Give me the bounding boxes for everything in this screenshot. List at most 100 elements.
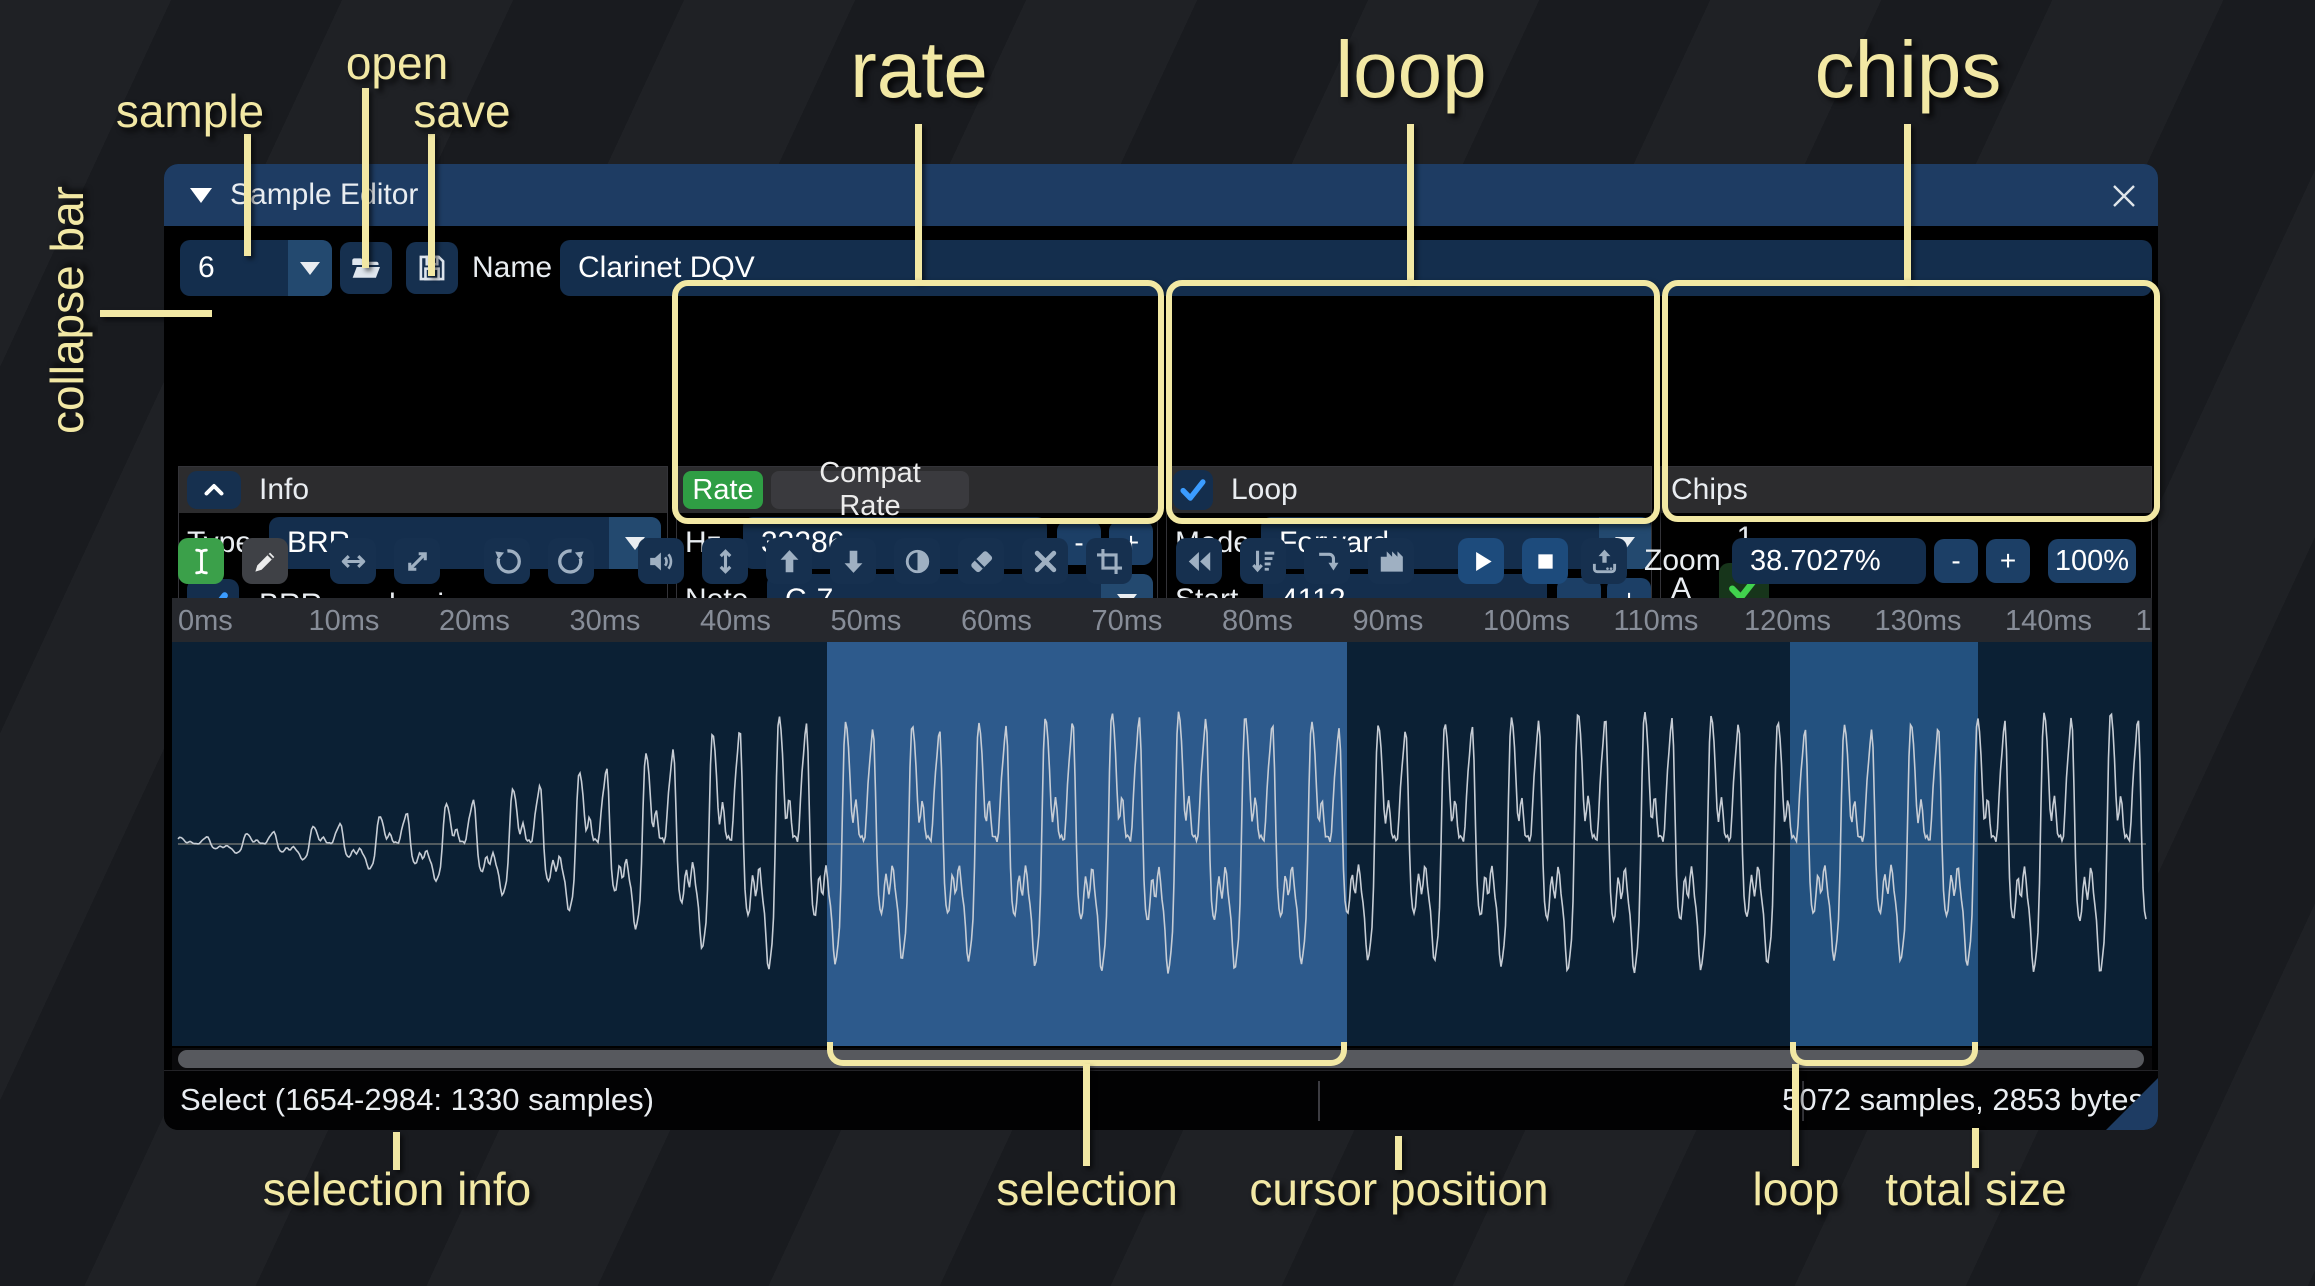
window-collapse-icon[interactable] (190, 187, 212, 203)
annotation-line-chips (1904, 124, 1911, 282)
ruler-label: 70ms (1091, 605, 1163, 637)
annotation-line-open (362, 88, 369, 268)
sample-number-value: 6 (198, 251, 215, 284)
annotation-line-selection (1083, 1064, 1090, 1166)
resize-button[interactable] (330, 538, 376, 584)
insert-button[interactable] (1304, 538, 1350, 584)
draw-mode-button[interactable] (242, 538, 288, 584)
stop-button[interactable] (1522, 538, 1568, 584)
normalize-icon (719, 548, 731, 574)
ruler-label: 100ms (1483, 605, 1571, 637)
amplify-button[interactable] (638, 538, 684, 584)
ruler-label: 140ms (2005, 605, 2093, 637)
redo-button[interactable] (548, 538, 594, 584)
annotation-line-rate (915, 124, 922, 282)
collapse-info-button[interactable] (187, 471, 241, 509)
undo-button[interactable] (484, 538, 530, 584)
info-panel-header (179, 467, 667, 513)
stop-icon (1537, 553, 1553, 569)
title-bar[interactable]: Sample Editor (164, 164, 2158, 226)
ruler-label: 90ms (1352, 605, 1424, 637)
status-bar: Select (1654-2984: 1330 samples) 5072 sa… (164, 1070, 2158, 1130)
ruler-label: 40ms (700, 605, 771, 637)
silence-icon (970, 550, 992, 572)
ruler-label: 30ms (569, 605, 641, 637)
delete-button[interactable] (1022, 538, 1068, 584)
window-resize-grip[interactable] (2106, 1078, 2158, 1130)
select-mode-button[interactable] (178, 538, 224, 584)
trim-icon (1096, 548, 1122, 574)
annotation-box-chips (1662, 280, 2160, 522)
annotation-bracket-selection (827, 1042, 1347, 1066)
draw-mode-icon (254, 552, 274, 572)
normalize-button[interactable] (702, 538, 748, 584)
annotation-line-loop-bottom (1792, 1064, 1799, 1166)
reverse-button[interactable] (1176, 538, 1222, 584)
window-title: Sample Editor (230, 178, 419, 211)
resample-icon (407, 551, 427, 571)
fade-in-icon (780, 549, 798, 572)
undo-icon (494, 548, 521, 574)
resize-icon (341, 554, 365, 568)
zoom-out-button[interactable]: - (1934, 539, 1978, 583)
ruler-label: 60ms (961, 605, 1032, 637)
import-button[interactable] (1581, 538, 1627, 584)
play-button[interactable] (1458, 538, 1504, 584)
redo-icon (557, 548, 584, 574)
sample-number-dropdown-button[interactable] (288, 240, 332, 296)
ruler-label: 50ms (830, 605, 902, 637)
chevron-up-icon (204, 484, 224, 496)
ruler-label: 10ms (308, 605, 380, 637)
name-label: Name (472, 251, 553, 284)
waveform-display[interactable] (172, 642, 2152, 1046)
select-mode-icon (194, 548, 208, 574)
invert-icon (905, 549, 929, 573)
annotation-line-collapse-bar (100, 310, 212, 317)
amplify-icon (649, 552, 672, 570)
total-size-text: 5072 samples, 2853 bytes (1782, 1082, 2144, 1117)
play-icon (1475, 551, 1492, 571)
selection-info-text: Select (1654-2984: 1330 samples) (180, 1082, 654, 1117)
zoom-input[interactable]: 38.7027% (1732, 538, 1926, 584)
close-button[interactable] (2106, 178, 2142, 214)
silence-button[interactable] (958, 538, 1004, 584)
ruler-label: 110ms (1613, 605, 1699, 637)
waveform-canvas (177, 642, 2147, 1046)
ruler-label: 120ms (1744, 605, 1832, 637)
annotation-total-size: total size (1885, 1163, 2067, 1215)
create-wavetable-icon (1380, 550, 1403, 572)
zoom-value: 38.7027% (1750, 544, 1881, 577)
resample-button[interactable] (394, 538, 440, 584)
annotation-open: open (345, 37, 449, 89)
invert-button[interactable] (894, 538, 940, 584)
timeline-ruler[interactable]: 0ms 10ms 20ms 30ms 40ms 50ms 60ms 70ms 80ms 90ms 1… (172, 598, 2152, 642)
downsample-icon (1251, 550, 1274, 572)
create-wavetable-button[interactable] (1368, 538, 1414, 584)
ruler-label: 0ms (178, 605, 233, 637)
info-panel-title: Info (259, 473, 310, 506)
sample-type-select[interactable]: BRR (269, 517, 661, 569)
ruler-label: 150ms (2135, 605, 2153, 637)
ruler-label: 130ms (1874, 605, 1962, 637)
annotation-collapse-bar: collapse bar (41, 186, 93, 435)
ruler-label: 20ms (439, 605, 510, 637)
chevron-down-icon (300, 261, 320, 275)
annotation-chips: chips (1814, 25, 2002, 114)
annotation-loop: loop (1335, 25, 1487, 114)
sample-number-select[interactable]: 6 (180, 240, 332, 296)
annotation-loop-bottom: loop (1752, 1163, 1840, 1215)
fade-in-button[interactable] (766, 538, 812, 584)
zoom-reset-button[interactable]: 100% (2048, 539, 2136, 583)
zoom-in-button[interactable]: + (1986, 539, 2030, 583)
insert-icon (1318, 552, 1338, 570)
downsample-button[interactable] (1240, 538, 1286, 584)
ruler-label: 80ms (1222, 605, 1293, 637)
trim-button[interactable] (1086, 538, 1132, 584)
fade-out-button[interactable] (830, 538, 876, 584)
status-divider (1318, 1081, 1320, 1121)
annotation-line-save (428, 134, 435, 276)
annotation-rate: rate (850, 25, 988, 114)
screenshot-root: Sample Editor 6 Name Clarinet DQV Info B… (0, 0, 2315, 1286)
import-icon (1592, 549, 1616, 573)
zoom-label: Zoom (1644, 544, 1721, 577)
